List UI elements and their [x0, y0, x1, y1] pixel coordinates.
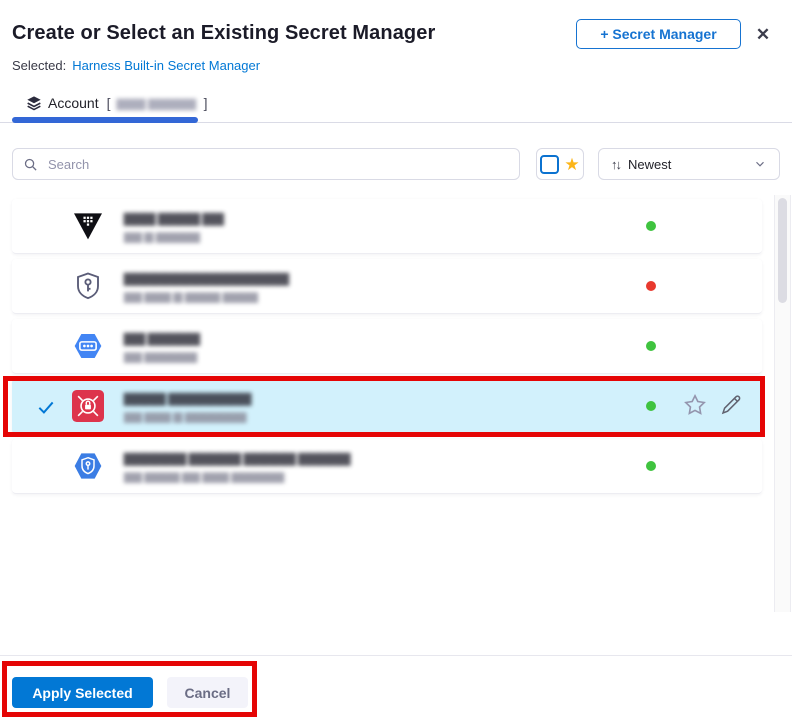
secret-manager-row-selected[interactable]: ▆▆▆▆ ▆▆▆▆▆▆▆▆ ▆▆ ▆▆▆ ▆ ▆▆▆▆▆▆▆ — [12, 379, 762, 434]
favorites-checkbox[interactable] — [540, 155, 559, 174]
sort-selected-value: Newest — [628, 157, 745, 172]
page-title: Create or Select an Existing Secret Mana… — [12, 22, 435, 45]
favorite-star-outline-icon[interactable] — [682, 392, 708, 418]
tab-bracket-close: ] — [204, 95, 208, 111]
harness-secret-manager-icon — [71, 449, 105, 483]
apply-selected-button[interactable]: Apply Selected — [12, 677, 153, 708]
selected-secret-manager-link[interactable]: Harness Built-in Secret Manager — [72, 58, 260, 73]
scrollbar-thumb[interactable] — [778, 198, 787, 303]
selected-label: Selected: — [12, 58, 66, 73]
search-input[interactable] — [46, 156, 509, 173]
search-box — [12, 148, 520, 180]
secret-manager-row[interactable]: ▆▆▆▆▆▆▆▆▆▆▆▆▆▆▆▆ ▆▆ ▆▆▆ ▆ ▆▆▆▆ ▆▆▆▆ — [12, 259, 762, 314]
secret-manager-row[interactable]: ▆▆▆▆▆▆ ▆▆▆▆▆ ▆▆▆▆▆ ▆▆▆▆▆ ▆▆ ▆▆▆▆ ▆▆ ▆▆▆ … — [12, 439, 762, 494]
secret-manager-id: ▆▆ ▆ ▆▆▆▆▆ — [124, 229, 200, 243]
secret-manager-id: ▆▆ ▆▆▆ ▆ ▆▆▆▆ ▆▆▆▆ — [124, 289, 258, 303]
secret-manager-name: ▆▆▆ ▆▆▆▆ ▆▆ — [124, 209, 223, 226]
scrollbar-track[interactable] — [774, 195, 791, 612]
tab-bracket-open: [ — [107, 95, 111, 111]
close-icon[interactable]: ✕ — [751, 23, 775, 47]
tab-account-name-redacted: ▆▆▆ ▆▆▆▆▆ — [116, 95, 195, 111]
sort-arrows-icon: ↑↓ — [611, 157, 620, 172]
status-error-dot — [646, 281, 656, 291]
favorite-star-icon[interactable]: ★ — [564, 156, 579, 173]
checkmark-icon — [36, 397, 56, 417]
secret-manager-modal: Create or Select an Existing Secret Mana… — [0, 0, 792, 719]
aws-secrets-manager-icon — [71, 389, 105, 423]
favorites-filter: ★ — [536, 148, 584, 180]
gcp-secret-manager-icon — [71, 329, 105, 363]
new-secret-manager-button[interactable]: + Secret Manager — [576, 19, 741, 49]
secret-manager-name: ▆▆▆▆ ▆▆▆▆▆▆▆▆ — [124, 389, 251, 406]
custom-secret-manager-icon — [71, 269, 105, 303]
tab-account-label: Account — [48, 95, 99, 111]
hashicorp-vault-icon — [71, 209, 105, 243]
sort-dropdown[interactable]: ↑↓ Newest — [598, 148, 780, 180]
secret-manager-id: ▆▆ ▆▆▆ ▆ ▆▆▆▆▆▆▆ — [124, 409, 246, 423]
secret-manager-name: ▆▆▆▆▆▆▆▆▆▆▆▆▆▆▆▆ — [124, 269, 288, 286]
secret-manager-name: ▆▆▆▆▆▆ ▆▆▆▆▆ ▆▆▆▆▆ ▆▆▆▆▆ — [124, 449, 350, 466]
cancel-button[interactable]: Cancel — [167, 677, 248, 708]
status-connected-dot — [646, 401, 656, 411]
secret-manager-row[interactable]: ▆▆ ▆▆▆▆▆ ▆▆ ▆▆▆▆▆▆ — [12, 319, 762, 374]
selected-line: Selected: Harness Built-in Secret Manager — [12, 58, 260, 73]
status-connected-dot — [646, 341, 656, 351]
tab-account[interactable]: Account [ ▆▆▆ ▆▆▆▆▆ ] — [26, 95, 207, 111]
status-connected-dot — [646, 221, 656, 231]
secret-manager-row[interactable]: ▆▆▆ ▆▆▆▆ ▆▆ ▆▆ ▆ ▆▆▆▆▆ — [12, 199, 762, 254]
chevron-down-icon — [753, 157, 767, 171]
secret-manager-name: ▆▆ ▆▆▆▆▆ — [124, 329, 199, 346]
edit-pencil-icon[interactable] — [719, 393, 743, 417]
active-tab-underline — [12, 117, 198, 123]
secret-manager-id: ▆▆ ▆▆▆▆▆▆ — [124, 349, 197, 363]
status-connected-dot — [646, 461, 656, 471]
search-icon — [23, 157, 38, 172]
footer-divider — [0, 655, 792, 656]
layers-icon — [26, 95, 42, 111]
secret-manager-id: ▆▆ ▆▆▆▆ ▆▆ ▆▆▆ ▆▆▆▆▆▆ — [124, 469, 284, 483]
